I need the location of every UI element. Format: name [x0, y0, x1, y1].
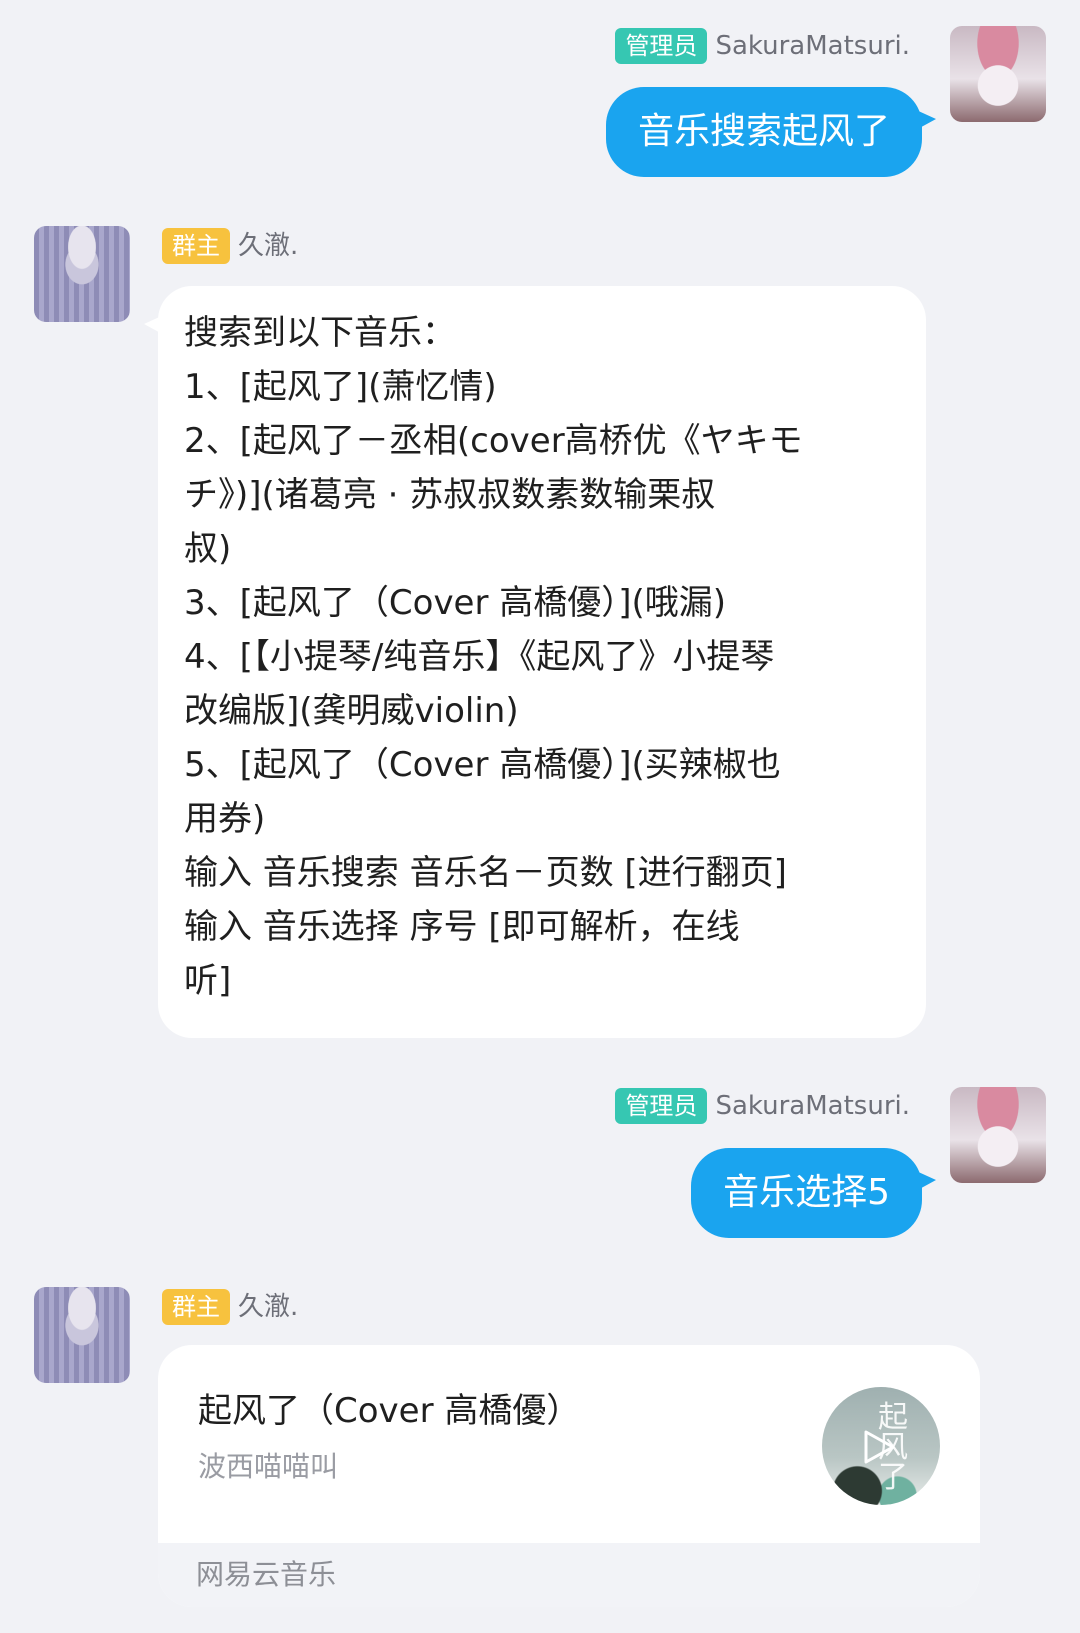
role-badge-admin: 管理员: [615, 1088, 708, 1124]
sender-name[interactable]: 久澈.: [238, 1289, 298, 1325]
text-line: 4、[【小提琴/纯音乐】《起风了》小提琴: [184, 637, 775, 677]
sender-header: 群主 久澈.: [162, 228, 298, 264]
text-line: 输入 音乐选择 序号 [即可解析，在线: [184, 907, 740, 947]
sender-header: 管理员 SakuraMatsuri.: [615, 1088, 910, 1124]
avatar-sakuramatsuri[interactable]: [950, 1087, 1046, 1183]
chat-screen: { "messages": [ { "sender": { "role_badg…: [0, 0, 1080, 1633]
text-line: 叔): [184, 529, 232, 569]
text-line: 输入 音乐搜索 音乐名－页数 [进行翻页]: [184, 853, 787, 893]
sender-header: 群主 久澈.: [162, 1289, 298, 1325]
text-line: チ》)](诸葛亮 · 苏叔叔数素数输栗叔: [184, 475, 716, 515]
sender-name[interactable]: 久澈.: [238, 228, 298, 264]
text-line: 听]: [184, 961, 232, 1001]
text-line: 搜索到以下音乐：: [184, 313, 456, 353]
message-bubble-outgoing[interactable]: 音乐选择5: [691, 1148, 936, 1238]
avatar-jiuche[interactable]: [34, 226, 130, 322]
sender-name[interactable]: SakuraMatsuri.: [715, 1088, 910, 1124]
role-badge-owner: 群主: [162, 1289, 230, 1325]
text-line: 2、[起风了－丞相(cover高桥优《ヤキモ: [184, 421, 803, 461]
message-bubble-incoming[interactable]: 搜索到以下音乐： 1、[起风了](萧忆情) 2、[起风了－丞相(cover高桥优…: [144, 286, 926, 1038]
play-icon[interactable]: [862, 1429, 896, 1465]
text-line: 5、[起风了（Cover 高橋優）](买辣椒也: [184, 745, 781, 785]
music-share-card[interactable]: 起风了（Cover 高橋優） 波西喵喵叫 起风了 网易云音乐: [158, 1345, 980, 1607]
role-badge-admin: 管理员: [615, 28, 708, 64]
music-title: 起风了（Cover 高橋優）: [198, 1391, 581, 1431]
avatar-jiuche[interactable]: [34, 1287, 130, 1383]
sender-name[interactable]: SakuraMatsuri.: [715, 28, 910, 64]
text-line: 3、[起风了（Cover 高橋優）](哦漏): [184, 583, 727, 623]
text-line: 用券): [184, 799, 266, 839]
music-artist: 波西喵喵叫: [198, 1450, 339, 1483]
avatar-sakuramatsuri[interactable]: [950, 26, 1046, 122]
sender-header: 管理员 SakuraMatsuri.: [615, 28, 910, 64]
text-line: 改编版](龚明威violin): [184, 691, 519, 731]
message-bubble-outgoing[interactable]: 音乐搜索起风了: [605, 87, 937, 177]
role-badge-owner: 群主: [162, 228, 230, 264]
album-cover[interactable]: 起风了: [822, 1387, 940, 1505]
music-source-footer: 网易云音乐: [158, 1543, 980, 1607]
text-line: 1、[起风了](萧忆情): [184, 367, 497, 407]
